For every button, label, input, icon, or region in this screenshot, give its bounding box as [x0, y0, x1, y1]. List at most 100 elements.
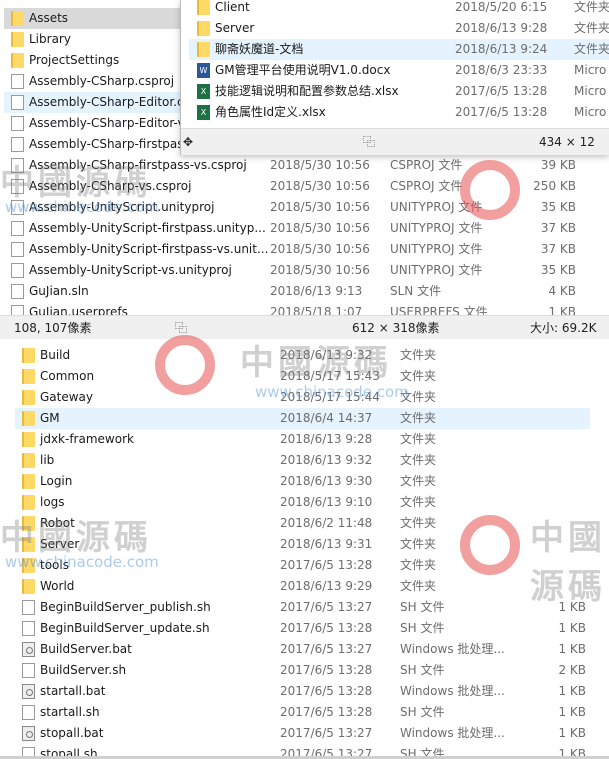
file-row[interactable]: stopall.bat 2017/6/5 13:27 Windows 批处理... 1…: [15, 723, 590, 744]
file-name: stopall.sh: [40, 747, 98, 759]
file-row[interactable]: Build 2018/6/13 9:32 文件夹: [15, 345, 590, 366]
file-date: 2018/5/30 10:56: [270, 263, 370, 277]
file-size: 37 KB: [540, 221, 576, 235]
file-size: 1 KB: [558, 705, 586, 719]
file-date: 2017/6/5 13:28: [280, 621, 373, 635]
file-type: 文件夹: [574, 21, 609, 35]
file-row[interactable]: BeginBuildServer_publish.sh 2017/6/5 13:2…: [15, 597, 590, 618]
file-icon: [11, 200, 24, 215]
file-type: SH 文件: [400, 621, 445, 635]
file-row[interactable]: GM 2018/6/4 14:37 文件夹: [15, 408, 590, 429]
file-type: UNITYPROJ 文件: [390, 200, 483, 214]
file-row[interactable]: X 技能逻辑说明和配置参数总结.xlsx 2017/6/5 13:28 Micro: [189, 81, 609, 102]
file-row[interactable]: Assembly-UnityScript-vs.unityproj 2018/5/…: [4, 260, 604, 281]
file-size: 35 KB: [540, 263, 576, 277]
file-icon: [11, 305, 24, 315]
file-type: CSPROJ 文件: [390, 179, 463, 193]
file-name: GuJian.userprefs: [29, 305, 128, 315]
file-name: BeginBuildServer_publish.sh: [40, 600, 211, 614]
file-date: 2017/6/5 13:28: [455, 105, 548, 119]
crop-icon: ⿻: [363, 135, 376, 149]
file-type: USERPREFS 文件: [390, 305, 488, 315]
file-row[interactable]: logs 2018/6/13 9:10 文件夹: [15, 492, 590, 513]
file-date: 2017/6/5 13:28: [280, 663, 373, 677]
file-size: 250 KB: [533, 179, 576, 193]
folder-icon: [22, 537, 35, 552]
file-name: startall.sh: [40, 705, 100, 719]
file-type: 文件夹: [400, 579, 437, 593]
folder-icon: [197, 21, 210, 36]
file-name: World: [40, 579, 75, 593]
file-date: 2018/5/30 10:56: [270, 221, 370, 235]
file-row[interactable]: W GM管理平台使用说明V1.0.docx 2018/6/3 23:33 Micro: [189, 60, 609, 81]
file-row[interactable]: Assembly-UnityScript-firstpass-vs.unit..…: [4, 239, 604, 260]
file-row[interactable]: tools 2017/6/5 13:28 文件夹: [15, 555, 590, 576]
file-row[interactable]: Common 2018/5/17 15:43 文件夹: [15, 366, 590, 387]
file-date: 2018/6/13 9:30: [280, 474, 373, 488]
file-row[interactable]: lib 2018/6/13 9:32 文件夹: [15, 450, 590, 471]
folder-icon: [11, 32, 24, 47]
file-icon: [11, 116, 24, 131]
file-row[interactable]: Client 2018/5/20 6:15 文件夹: [189, 0, 609, 18]
status-bar: 108, 107像素 ⿻ 612 × 318像素 大小: 69.2K: [0, 315, 609, 339]
folder-icon: [22, 390, 35, 405]
file-row[interactable]: Assembly-CSharp-vs.csproj 2018/5/30 10:56…: [4, 176, 604, 197]
file-row[interactable]: Gateway 2018/5/17 15:44 文件夹: [15, 387, 590, 408]
overlay-file-list: Client 2018/5/20 6:15 文件夹 Server 2018/6/13 9…: [181, 0, 609, 124]
file-name: GuJian.sln: [29, 284, 89, 298]
file-name: tools: [40, 558, 69, 572]
word-icon: W: [197, 63, 210, 78]
file-date: 2017/6/5 13:27: [280, 642, 373, 656]
file-row[interactable]: World 2018/6/13 9:29 文件夹: [15, 576, 590, 597]
file-name: Assembly-UnityScript-vs.unityproj: [29, 263, 232, 277]
file-name: lib: [40, 453, 55, 467]
bat-icon: [22, 684, 35, 699]
file-type: Micro: [574, 84, 607, 98]
file-date: 2018/5/30 10:56: [270, 179, 370, 193]
file-row[interactable]: X 角色属性Id定义.xlsx 2017/6/5 13:28 Micro: [189, 102, 609, 123]
file-icon: [11, 95, 24, 110]
file-size: 1 KB: [558, 621, 586, 635]
file-row[interactable]: startall.bat 2017/6/5 13:28 Windows 批处理...…: [15, 681, 590, 702]
file-name: Assembly-UnityScript.unityproj: [29, 200, 215, 214]
file-type: Micro: [574, 105, 607, 119]
file-name: Assembly-CSharp-firstpass-vs.csproj: [29, 158, 247, 172]
file-date: 2018/5/30 10:56: [270, 242, 370, 256]
file-row[interactable]: Server 2018/6/13 9:28 文件夹: [189, 18, 609, 39]
file-row[interactable]: BeginBuildServer_update.sh 2017/6/5 13:28…: [15, 618, 590, 639]
file-row[interactable]: Server 2018/6/13 9:31 文件夹: [15, 534, 590, 555]
file-row[interactable]: BuildServer.sh 2017/6/5 13:28 SH 文件 2 KB: [15, 660, 590, 681]
file-name: Server: [215, 21, 255, 35]
move-icon: ✥: [183, 135, 194, 149]
image-dimensions: 612 × 318像素: [352, 321, 440, 335]
file-row[interactable]: Robot 2018/6/2 11:48 文件夹: [15, 513, 590, 534]
file-name: Assembly-CSharp-firstpas: [29, 137, 184, 151]
file-icon: [11, 242, 24, 257]
excel-icon: X: [197, 84, 210, 99]
file-size: 2 KB: [558, 663, 586, 677]
file-type: Windows 批处理...: [400, 642, 505, 656]
file-row[interactable]: Assembly-CSharp-firstpass-vs.csproj 2018/…: [4, 155, 604, 176]
file-row[interactable]: stopall.sh 2017/6/5 13:27 SH 文件 1 KB: [15, 744, 590, 759]
file-row[interactable]: jdxk-framework 2018/6/13 9:28 文件夹: [15, 429, 590, 450]
folder-icon: [22, 432, 35, 447]
file-date: 2018/6/13 9:32: [280, 453, 373, 467]
file-row[interactable]: 聊斋妖魔道-文档 2018/6/13 9:24 文件夹: [189, 39, 609, 60]
file-type: 文件夹: [400, 537, 437, 551]
file-size: 1 KB: [558, 600, 586, 614]
file-date: 2018/5/17 15:43: [280, 369, 380, 383]
file-row[interactable]: BuildServer.bat 2017/6/5 13:27 Windows 批处理…: [15, 639, 590, 660]
file-name: jdxk-framework: [40, 432, 134, 446]
file-row[interactable]: startall.sh 2017/6/5 13:28 SH 文件 1 KB: [15, 702, 590, 723]
file-row[interactable]: GuJian.userprefs 2018/5/18 1:07 USERPREFS …: [4, 302, 604, 315]
file-date: 2018/6/13 9:31: [280, 537, 373, 551]
bottom-file-list: Build 2018/6/13 9:32 文件夹 Common 2018/5/17 15…: [0, 340, 609, 759]
file-row[interactable]: Assembly-UnityScript.unityproj 2018/5/30 …: [4, 197, 604, 218]
file-name: Gateway: [40, 390, 94, 404]
file-row[interactable]: Assembly-UnityScript-firstpass.unityp...…: [4, 218, 604, 239]
file-name: BuildServer.sh: [40, 663, 127, 677]
file-row[interactable]: GuJian.sln 2018/6/13 9:13 SLN 文件 4 KB: [4, 281, 604, 302]
file-type: CSPROJ 文件: [390, 158, 463, 172]
file-row[interactable]: Login 2018/6/13 9:30 文件夹: [15, 471, 590, 492]
file-date: 2018/6/13 9:28: [455, 21, 548, 35]
